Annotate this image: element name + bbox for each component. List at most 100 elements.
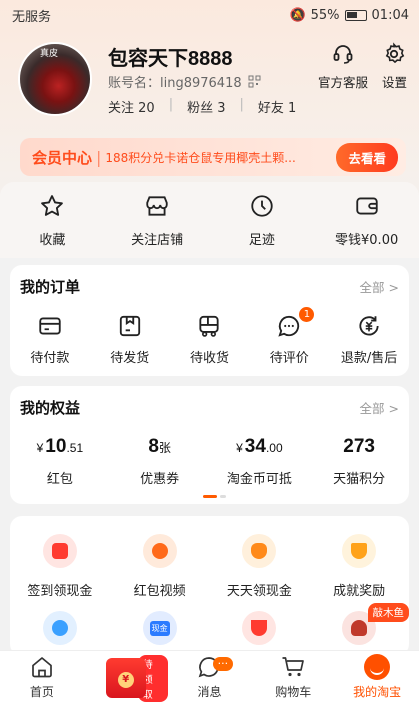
user-name[interactable]: 包容天下8888 <box>108 42 233 71</box>
tab-home-label: 首页 <box>29 685 54 699</box>
favorites-label: 收藏 <box>39 232 66 248</box>
qrcode-icon[interactable] <box>248 75 261 88</box>
pending-payment-label: 待付款 <box>30 351 70 366</box>
value-suffix: .00 <box>265 441 283 455</box>
carousel-indicator <box>203 495 226 498</box>
vip-title: 会员中心 <box>32 148 93 167</box>
tab-cart-label: 购物车 <box>275 685 312 699</box>
headset-icon <box>333 45 353 64</box>
tab-messages-label: 消息 <box>197 685 222 699</box>
review-count-badge: 1 <box>299 307 315 322</box>
avatar-tag: 真皮 <box>40 49 59 59</box>
me-icon <box>364 654 391 680</box>
mascot-icon <box>42 611 77 645</box>
cash-card-text: 现金 <box>149 620 170 636</box>
gold-coin-stat[interactable]: ¥34.00 淘金币可抵 <box>210 436 310 487</box>
clock-icon <box>251 194 273 217</box>
box-icon <box>119 315 140 337</box>
battery-icon <box>344 9 367 21</box>
gold-coin-label: 淘金币可抵 <box>226 472 292 487</box>
play-icon <box>142 534 177 568</box>
pending-shipment-button[interactable]: 待发货 <box>90 313 170 366</box>
social-stats: 关注 20 | 粉丝 3 | 好友 1 <box>108 97 296 116</box>
card-icon <box>39 317 61 335</box>
cart-icon <box>282 657 305 677</box>
clock-time: 01:04 <box>371 7 409 23</box>
favorites-button[interactable]: 收藏 <box>0 182 105 258</box>
refund-button[interactable]: 退款/售后 <box>329 313 409 366</box>
customer-service-label: 官方客服 <box>317 75 368 90</box>
gold-card-icon: 现金 <box>142 611 177 645</box>
pending-receipt-label: 待收货 <box>189 351 229 366</box>
vip-promo-text: 188积分兑卡诺仓鼠专用椰壳土颗... <box>105 150 296 165</box>
tab-home[interactable]: 首页 <box>0 651 84 706</box>
account-name: 账号名：ling8976418 <box>108 72 261 91</box>
truck-icon <box>199 315 220 337</box>
value-suffix: 张 <box>158 441 171 455</box>
features-card: 签到领现金 红包视频 天天领现金 成就奖励 现金 敲木鱼 <box>10 516 409 656</box>
red-packet-icon: ¥ <box>105 658 146 698</box>
achievement-button[interactable]: 成就奖励 <box>309 534 409 599</box>
star-icon <box>41 194 64 216</box>
checkin-cash-button[interactable]: 签到领现金 <box>10 534 110 599</box>
gold-coin-value: ¥34.00 <box>236 436 283 458</box>
tab-my-taobao[interactable]: 我的淘宝 <box>335 651 419 706</box>
pending-receipt-button[interactable]: 待收货 <box>170 313 250 366</box>
red-video-button[interactable]: 红包视频 <box>110 534 210 599</box>
home-icon <box>32 657 52 678</box>
message-badge: ··· <box>212 657 234 671</box>
settings-label: 设置 <box>381 75 407 90</box>
avatar[interactable]: 真皮 <box>18 42 92 116</box>
divider: | <box>168 97 174 112</box>
value-main: 34 <box>244 436 266 457</box>
wooden-fish-tag: 敲木鱼 <box>367 603 409 622</box>
orders-card: 我的订单 全部 > 待付款 待发货 待收货 1 待评价 退款/售后 <box>10 265 409 376</box>
vip-banner[interactable]: 会员中心 | 188积分兑卡诺仓鼠专用椰壳土颗... 去看看 <box>20 138 406 176</box>
orders-all-link[interactable]: 全部 > <box>360 277 399 296</box>
gear-icon <box>386 42 405 64</box>
profile-page: 无服务 🔕 55% 01:04 真皮 包容天下8888 账号名：ling8976… <box>0 0 419 706</box>
wallet-icon <box>355 196 378 215</box>
red-video-label: 红包视频 <box>133 584 186 599</box>
wooden-fish-button[interactable]: 敲木鱼 <box>309 603 409 645</box>
rights-title: 我的权益 <box>20 398 81 417</box>
currency-symbol: ¥ <box>36 441 44 455</box>
friends-count[interactable]: 好友 1 <box>258 97 296 116</box>
feature-cash-card-button[interactable]: 现金 <box>110 611 210 645</box>
divider: | <box>96 147 102 167</box>
feature-magnet-button[interactable] <box>210 611 310 645</box>
tab-messages[interactable]: ··· 消息 <box>168 651 252 706</box>
coupon-value: 8张 <box>148 436 171 458</box>
coin-symbol: ¥ <box>117 672 134 688</box>
quick-links: 收藏 关注店铺 足迹 零钱¥0.00 <box>0 182 419 258</box>
customer-service-button[interactable]: 官方客服 <box>318 42 368 91</box>
pending-payment-button[interactable]: 待付款 <box>10 313 90 366</box>
value-main: 8 <box>148 436 159 457</box>
following-count[interactable]: 关注 20 <box>108 97 155 116</box>
wallet-button[interactable]: 零钱¥0.00 <box>314 182 419 258</box>
daily-cash-button[interactable]: 天天领现金 <box>210 534 310 599</box>
feature-mascot-button[interactable] <box>10 611 110 645</box>
pending-review-button[interactable]: 1 待评价 <box>249 307 329 366</box>
tmall-points-stat[interactable]: 273 天猫积分 <box>309 436 409 487</box>
battery-percent: 55% <box>310 7 340 23</box>
coupon-label: 优惠券 <box>140 472 180 487</box>
red-envelope-stat[interactable]: ¥10.51 红包 <box>10 436 110 487</box>
followed-stores-label: 关注店铺 <box>131 232 184 248</box>
red-envelope-icon <box>42 534 77 568</box>
carrier-text: 无服务 <box>12 9 52 25</box>
achievement-label: 成就奖励 <box>333 584 386 599</box>
rights-all-link[interactable]: 全部 > <box>360 398 399 417</box>
footprints-button[interactable]: 足迹 <box>210 182 315 258</box>
tab-my-taobao-label: 我的淘宝 <box>353 685 402 699</box>
settings-button[interactable]: 设置 <box>382 42 407 91</box>
followed-stores-button[interactable]: 关注店铺 <box>105 182 210 258</box>
coupon-stat[interactable]: 8张 优惠券 <box>110 436 210 487</box>
tab-red-packet[interactable]: 待领取 ¥ <box>84 651 168 706</box>
tab-cart[interactable]: 购物车 <box>251 651 335 706</box>
tmall-points-value: 273 <box>343 436 375 457</box>
view-button[interactable]: 去看看 <box>336 142 398 172</box>
red-envelope-label: 红包 <box>46 472 73 487</box>
fans-count[interactable]: 粉丝 3 <box>187 97 225 116</box>
store-icon <box>146 195 168 216</box>
